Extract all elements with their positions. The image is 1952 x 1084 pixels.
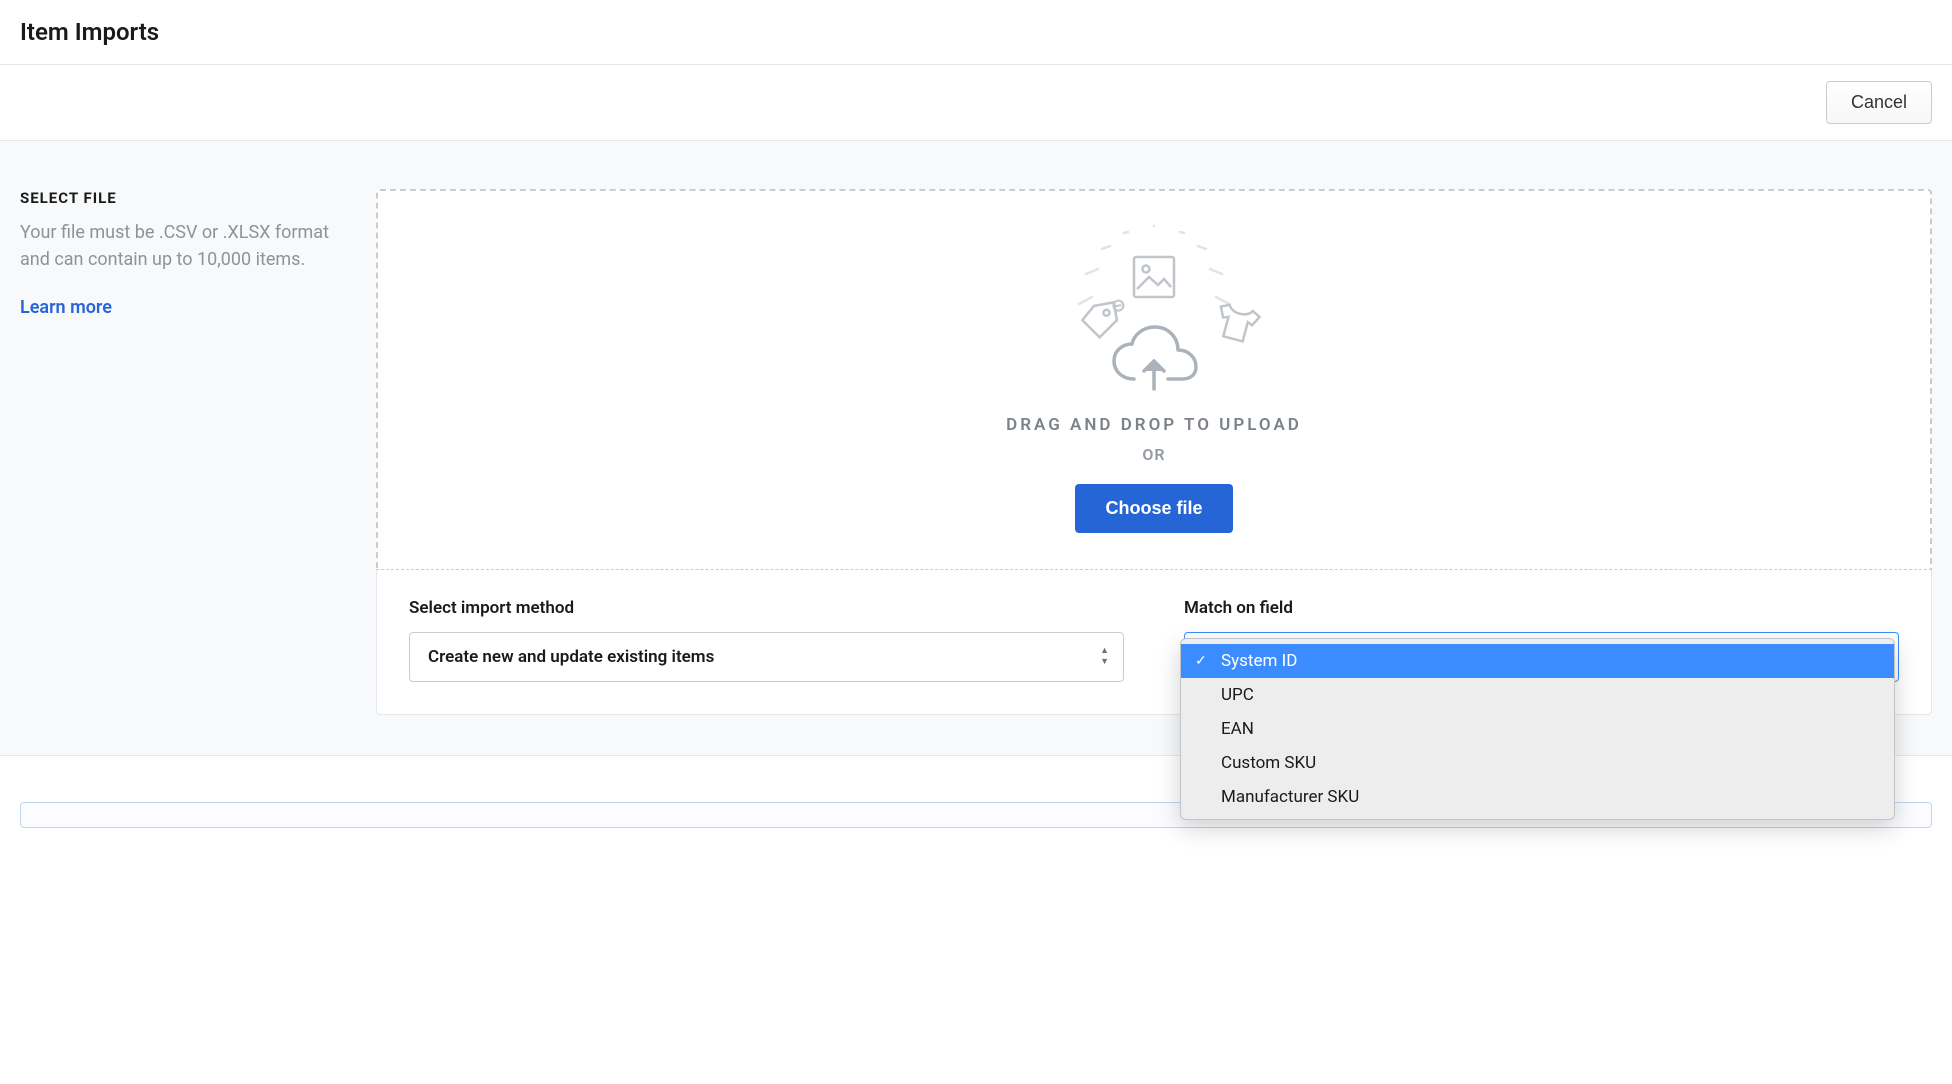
dropdown-option-label: System ID [1221,651,1297,671]
dropdown-option-custom-sku[interactable]: Custom SKU [1181,746,1894,780]
import-method-value: Create new and update existing items [428,647,714,667]
dropdown-option-ean[interactable]: EAN [1181,712,1894,746]
import-method-field: Select import method Create new and upda… [409,598,1124,682]
dropdown-option-label: Manufacturer SKU [1221,787,1359,807]
match-field-dropdown: ✓ System ID UPC EAN Custom [1180,638,1895,820]
check-icon: ✓ [1195,653,1207,669]
dropdown-option-label: Custom SKU [1221,753,1316,773]
upload-illustration-icon [398,219,1910,409]
chevron-updown-icon: ▲▼ [1100,647,1109,667]
right-panel: DRAG AND DROP TO UPLOAD OR Choose file S… [376,189,1932,715]
dropdown-option-system-id[interactable]: ✓ System ID [1181,644,1894,678]
match-field-label: Match on field [1184,598,1899,618]
or-text: OR [398,445,1910,464]
dropdown-option-upc[interactable]: UPC [1181,678,1894,712]
select-file-label: SELECT FILE [20,189,350,207]
page-header: Item Imports [0,0,1952,65]
dropdown-option-label: EAN [1221,719,1254,739]
main-content: SELECT FILE Your file must be .CSV or .X… [0,141,1952,755]
select-file-description: Your file must be .CSV or .XLSX format a… [20,219,350,273]
match-field-field: Match on field ▲▼ ✓ [1184,598,1899,682]
left-panel: SELECT FILE Your file must be .CSV or .X… [20,189,350,715]
action-bar: Cancel [0,65,1952,141]
import-method-select[interactable]: Create new and update existing items ▲▼ [409,632,1124,682]
import-method-label: Select import method [409,598,1124,618]
form-row: Select import method Create new and upda… [376,570,1932,715]
choose-file-button[interactable]: Choose file [1075,484,1232,533]
dropdown-option-manufacturer-sku[interactable]: Manufacturer SKU [1181,780,1894,814]
drag-drop-text: DRAG AND DROP TO UPLOAD [398,415,1910,435]
page-title: Item Imports [20,18,1932,46]
learn-more-link[interactable]: Learn more [20,297,112,318]
dropdown-option-label: UPC [1221,685,1254,705]
upload-dropzone[interactable]: DRAG AND DROP TO UPLOAD OR Choose file [376,189,1932,570]
cancel-button[interactable]: Cancel [1826,81,1932,124]
